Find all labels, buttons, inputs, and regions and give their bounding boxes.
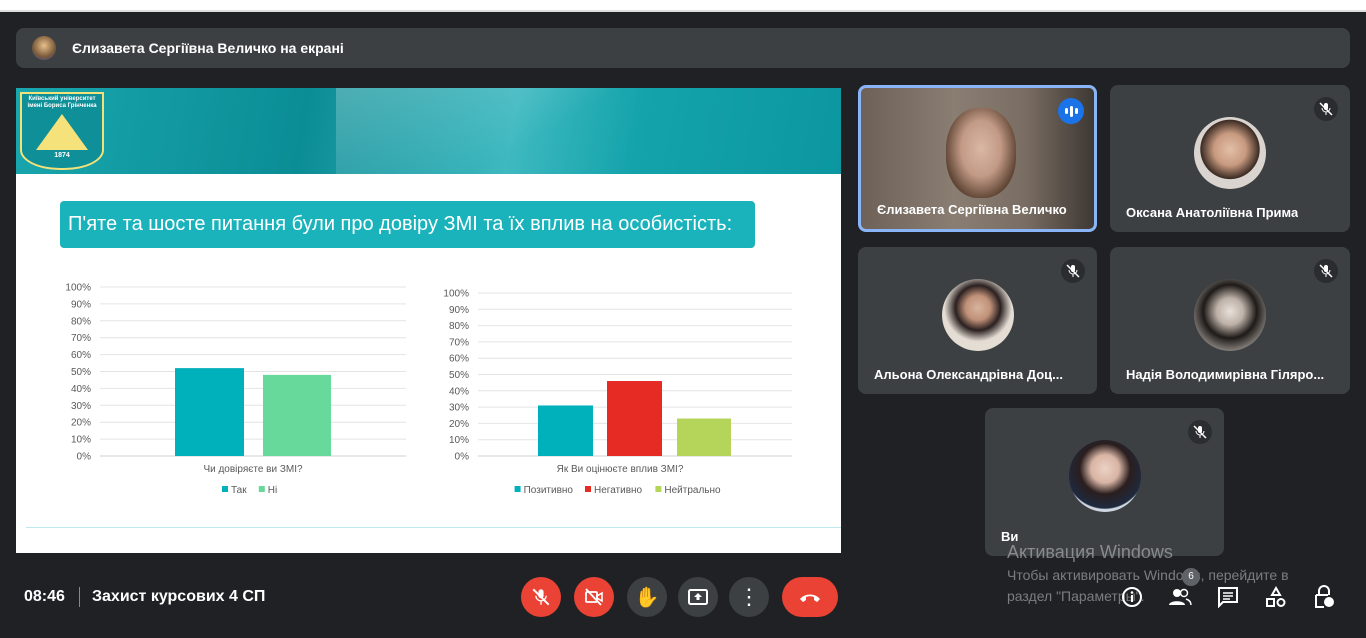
y-tick-label: 0% <box>455 452 470 463</box>
participants-button[interactable] <box>1168 585 1192 609</box>
participant-tile[interactable]: Оксана Анатоліївна Прима <box>1110 85 1350 232</box>
present-icon <box>688 589 708 605</box>
meeting-control-bar: 08:46 Захист курсових 4 СП ✋ ⋮ <box>0 575 1366 620</box>
y-tick-label: 90% <box>449 305 469 316</box>
camera-off-icon <box>585 588 603 606</box>
y-tick-label: 10% <box>71 435 91 446</box>
y-tick-label: 40% <box>449 386 469 397</box>
activities-button[interactable] <box>1264 585 1288 609</box>
participant-tile-self[interactable]: Ви <box>985 408 1224 556</box>
lock-person-icon <box>1315 585 1334 608</box>
hand-icon: ✋ <box>634 586 660 609</box>
hang-up-icon <box>800 594 820 602</box>
presenter-text: Єлизавета Сергіївна Величко на екрані <box>72 40 344 56</box>
legend-label: Негативно <box>594 485 643 496</box>
shared-screen-slide: Київський університет імені Бориса Грінч… <box>16 88 841 553</box>
y-tick-label: 90% <box>71 299 91 310</box>
more-options-button[interactable]: ⋮ <box>729 577 769 617</box>
legend-swatch <box>258 486 265 492</box>
bar-Так <box>175 368 244 456</box>
meeting-title: Захист курсових 4 СП <box>92 588 266 605</box>
participant-name: Надія Володимирівна Гіляро... <box>1126 367 1325 382</box>
presenter-avatar <box>32 36 56 60</box>
participant-tile[interactable]: Альона Олександрівна Доц... <box>858 247 1097 394</box>
participant-name: Альона Олександрівна Доц... <box>874 367 1064 382</box>
y-tick-label: 50% <box>449 370 469 381</box>
y-tick-label: 0% <box>77 452 92 463</box>
legend-label: Так <box>231 485 247 496</box>
present-screen-button[interactable] <box>678 577 718 617</box>
legend-swatch <box>514 486 521 492</box>
browser-tab-strip <box>0 0 1366 12</box>
mic-off-icon <box>1314 259 1338 283</box>
x-axis-label: Як Ви оцінюєте вплив ЗМІ? <box>557 464 684 475</box>
mic-off-icon <box>1061 259 1085 283</box>
participant-avatar <box>1194 116 1266 189</box>
y-tick-label: 20% <box>449 419 469 430</box>
participant-avatar <box>1194 278 1266 351</box>
participant-tile[interactable]: Єлизавета Сергіївна Величко <box>858 85 1097 232</box>
legend-label: Позитивно <box>524 485 574 496</box>
y-tick-label: 100% <box>443 289 469 300</box>
bar-Позитивно <box>538 405 593 456</box>
bar-Ні <box>263 374 331 456</box>
slide-divider <box>26 527 841 528</box>
y-tick-label: 40% <box>71 384 91 395</box>
raise-hand-button[interactable]: ✋ <box>627 577 667 617</box>
y-tick-label: 80% <box>71 316 91 327</box>
participant-video <box>946 108 1016 198</box>
bar-Нейтрально <box>677 418 731 456</box>
host-controls-button[interactable] <box>1312 585 1336 609</box>
chat-button[interactable] <box>1216 585 1240 609</box>
bar-Негативно <box>607 381 662 456</box>
participant-name: Єлизавета Сергіївна Величко <box>877 202 1067 217</box>
y-tick-label: 70% <box>71 333 91 344</box>
y-tick-label: 30% <box>449 403 469 414</box>
charts: 0% 10% 20% 30% 40% 50% 60% 70% 80% 90% 100% Чи дові… <box>65 283 792 496</box>
mic-off-icon <box>532 588 550 606</box>
microphone-toggle-button[interactable] <box>521 577 561 617</box>
chat-icon <box>1218 587 1238 608</box>
legend-swatch <box>655 486 662 492</box>
y-tick-label: 10% <box>449 435 469 446</box>
y-tick-label: 60% <box>449 354 469 365</box>
y-tick-label: 60% <box>71 350 91 361</box>
y-tick-label: 50% <box>71 367 91 378</box>
legend-swatch <box>222 486 228 492</box>
y-tick-label: 20% <box>71 418 91 429</box>
presenting-banner: Єлизавета Сергіївна Величко на екрані <box>16 28 1350 68</box>
speaking-indicator-icon <box>1058 98 1084 124</box>
info-icon <box>1122 587 1142 607</box>
camera-toggle-button[interactable] <box>574 577 614 617</box>
participants-count-badge: 6 <box>1182 568 1200 586</box>
shapes-icon <box>1266 586 1286 607</box>
leave-call-button[interactable] <box>782 577 838 617</box>
divider <box>79 587 80 607</box>
y-tick-label: 30% <box>71 401 91 412</box>
y-tick-label: 70% <box>449 337 469 348</box>
meeting-details-button[interactable] <box>1120 585 1144 609</box>
mic-off-icon <box>1314 97 1338 121</box>
meeting-time: 08:46 <box>24 588 65 605</box>
legend-label: Нейтрально <box>664 485 721 496</box>
legend-swatch <box>585 486 591 492</box>
more-vert-icon: ⋮ <box>738 584 760 609</box>
participant-avatar <box>1068 440 1141 512</box>
participant-avatar <box>941 278 1014 351</box>
y-tick-label: 100% <box>65 283 91 294</box>
legend-label: Ні <box>268 485 277 496</box>
participant-name: Оксана Анатоліївна Прима <box>1126 205 1299 220</box>
x-axis-label: Чи довіряєте ви ЗМІ? <box>203 464 303 475</box>
participant-tile[interactable]: Надія Володимирівна Гіляро... <box>1110 247 1350 394</box>
mic-off-icon <box>1188 420 1212 444</box>
windows-activation-title: Активация Windows <box>1007 542 1173 562</box>
people-icon <box>1169 588 1192 606</box>
y-tick-label: 80% <box>449 321 469 332</box>
